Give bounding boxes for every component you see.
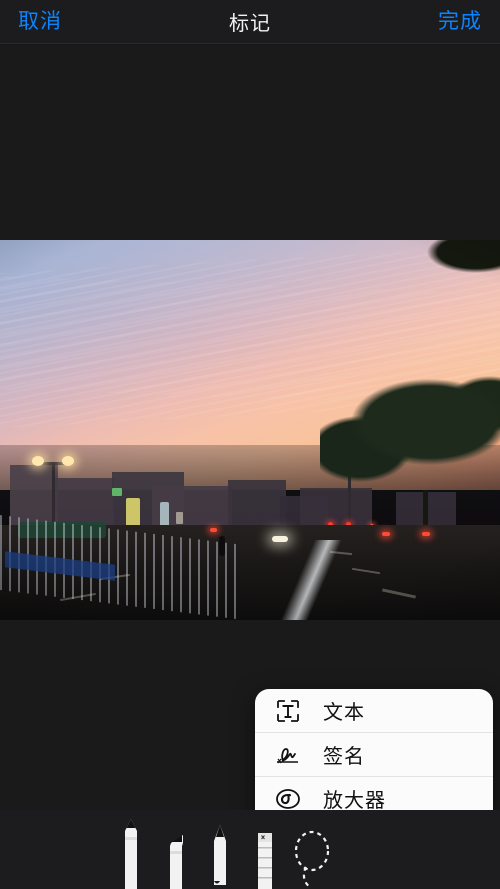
pen-tool[interactable]: [118, 817, 144, 889]
markup-toolbar: 丸子安卓网 www.wzsqsy.com: [0, 810, 500, 889]
pencil-tool[interactable]: [208, 823, 232, 889]
photo-image[interactable]: [0, 240, 500, 620]
cancel-button[interactable]: 取消: [18, 11, 62, 32]
menu-item-label: 文本: [323, 702, 365, 724]
navigation-bar: 取消 标记 完成: [0, 0, 500, 44]
page-title: 标记: [229, 13, 271, 35]
menu-item-label: 签名: [323, 746, 365, 768]
text-box-icon: [273, 696, 303, 726]
menu-item-signature[interactable]: 签名: [255, 733, 493, 777]
photo-vignette: [0, 240, 500, 620]
menu-item-label: 放大器: [323, 790, 386, 812]
highlighter-tool[interactable]: [163, 829, 189, 889]
menu-item-text[interactable]: 文本: [255, 689, 493, 733]
signature-icon: [273, 740, 303, 770]
markup-editor-screen: 取消 标记 完成 文本 签名 放大器: [0, 0, 500, 889]
eraser-tool[interactable]: [254, 831, 276, 889]
magnifier-icon: [273, 784, 303, 814]
lasso-tool[interactable]: [290, 829, 334, 889]
markup-canvas[interactable]: 文本 签名 放大器: [0, 45, 500, 869]
done-button[interactable]: 完成: [438, 11, 482, 32]
